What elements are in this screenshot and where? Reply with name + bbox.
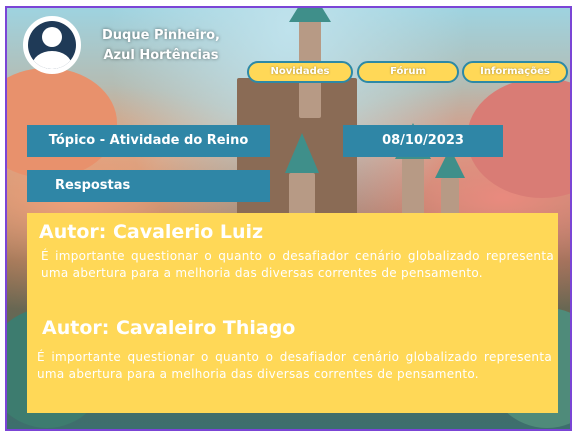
nav-novidades-button[interactable]: Novidades	[247, 61, 353, 83]
reply-author: Autor: Cavalerio Luiz	[39, 221, 264, 243]
topic-date: 08/10/2023	[343, 125, 503, 157]
user-name-line1: Duque Pinheiro,	[102, 28, 220, 43]
replies-header: Respostas	[27, 170, 270, 202]
replies-panel: Autor: Cavalerio Luiz É importante quest…	[27, 213, 558, 413]
reply-text: É importante questionar o quanto o desaf…	[37, 350, 552, 381]
user-name: Duque Pinheiro, Azul Hortências	[91, 26, 231, 66]
nav-forum-button[interactable]: Fórum	[357, 61, 459, 83]
user-name-line2: Azul Hortências	[103, 48, 219, 63]
nav-informacoes-button[interactable]: Informações	[462, 61, 568, 83]
reply-text: É importante questionar o quanto o desaf…	[41, 249, 554, 280]
castle-tower	[289, 173, 315, 218]
topic-title: Tópico - Atividade do Reino	[27, 125, 270, 157]
castle-tower	[402, 158, 424, 218]
castle-tower	[441, 178, 459, 218]
castle-roof	[285, 133, 319, 173]
header: Duque Pinheiro, Azul Hortências Novidade…	[7, 8, 570, 86]
user-icon	[28, 21, 76, 69]
page-frame: Duque Pinheiro, Azul Hortências Novidade…	[5, 6, 572, 431]
avatar[interactable]	[23, 16, 81, 74]
reply-author: Autor: Cavaleiro Thiago	[42, 317, 296, 339]
